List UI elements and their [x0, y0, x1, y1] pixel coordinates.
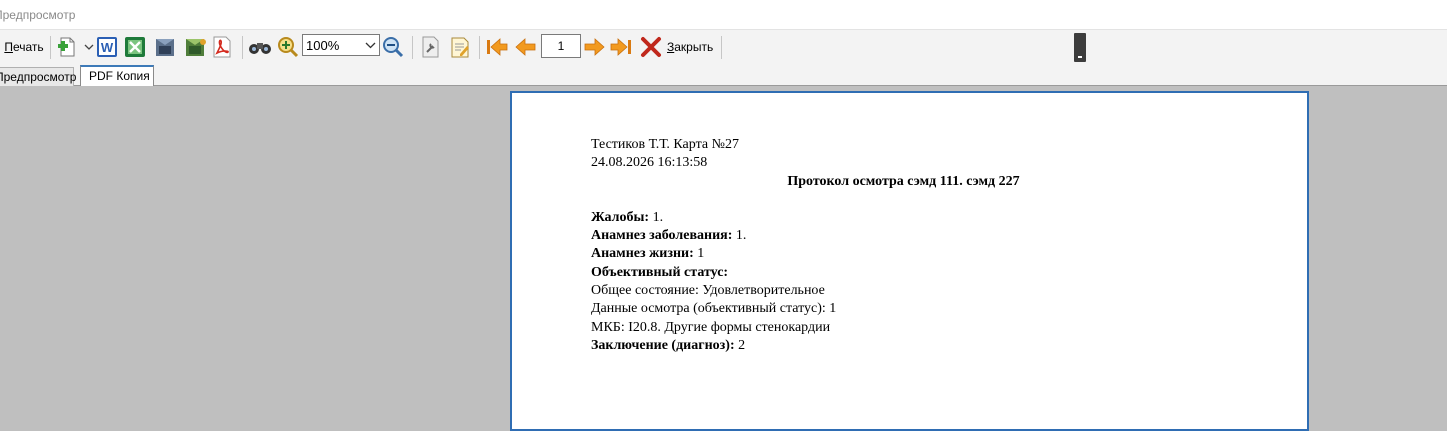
separator	[479, 36, 480, 59]
life-anamnesis-label: Анамнез жизни:	[591, 246, 694, 262]
pdf-icon[interactable]	[210, 35, 234, 59]
settings-icon[interactable]	[419, 35, 441, 59]
word-icon[interactable]: W	[96, 35, 118, 59]
anamnesis-label: Анамнез заболевания:	[591, 228, 733, 244]
print-accel: П	[4, 40, 13, 54]
conclusion-value: 2	[734, 337, 746, 353]
excel-icon[interactable]	[124, 35, 146, 59]
prev-page-icon[interactable]	[514, 35, 538, 59]
objective-status-row: Объективный статус:	[591, 264, 1211, 282]
edit-icon[interactable]	[449, 35, 471, 59]
toolbar: Печать W 100% 1 Закрыть	[0, 30, 1447, 64]
tab-strip: Предпросмотр PDF Копия	[0, 64, 1447, 86]
separator	[412, 36, 413, 59]
anamnesis-value: 1.	[732, 228, 747, 244]
separator	[721, 36, 722, 59]
zoom-select[interactable]: 100%	[302, 34, 380, 56]
complaints-label: Жалобы:	[591, 209, 650, 225]
complaints-value: 1.	[649, 209, 664, 225]
first-page-icon[interactable]	[485, 35, 509, 59]
chevron-down-icon	[365, 38, 376, 53]
window-title: Предпросмотр	[0, 8, 76, 22]
zoom-value: 100%	[306, 38, 340, 53]
separator	[242, 36, 243, 59]
next-page-icon[interactable]	[582, 35, 606, 59]
last-page-icon[interactable]	[609, 35, 633, 59]
export-color-icon[interactable]	[184, 35, 208, 59]
new-doc-icon[interactable]	[57, 35, 77, 59]
binoculars-icon[interactable]	[248, 35, 272, 59]
zoom-in-icon[interactable]	[277, 35, 299, 59]
zoom-out-icon[interactable]	[382, 35, 404, 59]
document-title: Протокол осмотра сэмд 111. сэмд 227	[787, 173, 1020, 189]
export-icon[interactable]	[154, 35, 178, 59]
title-bar: Предпросмотр	[0, 0, 1447, 30]
anamnesis-row: Анамнез заболевания: 1.	[591, 227, 1211, 245]
print-button[interactable]: Печать	[2, 35, 46, 59]
tab-pdf-copy[interactable]: PDF Копия	[80, 65, 154, 86]
close-label: акрыть	[674, 40, 714, 54]
chevron-down-icon[interactable]	[83, 35, 95, 59]
svg-text:W: W	[101, 40, 114, 55]
toolbar-grip-handle[interactable]	[1074, 33, 1086, 62]
objective-status-label: Объективный статус:	[591, 264, 729, 280]
document-content: Тестиков Т.Т. Карта №27 24.08.2026 16:13…	[591, 136, 1211, 355]
mkb-code: МКБ: I20.8. Другие формы стенокардии	[591, 319, 831, 335]
life-anamnesis-row: Анамнез жизни: 1	[591, 245, 1211, 263]
separator	[50, 36, 51, 59]
exam-data: Данные осмотра (объективный статус): 1	[591, 301, 837, 317]
close-icon[interactable]	[639, 35, 663, 59]
page-number-input[interactable]: 1	[541, 34, 581, 58]
conclusion-label: Заключение (диагноз):	[591, 337, 735, 353]
conclusion-row: Заключение (диагноз): 2	[591, 337, 1211, 355]
document-date: 24.08.2026 16:13:58	[591, 155, 708, 171]
print-label: ечать	[12, 40, 44, 54]
complaints-row: Жалобы: 1.	[591, 209, 1211, 227]
close-button[interactable]: Закрыть	[667, 40, 713, 54]
patient-header: Тестиков Т.Т. Карта №27	[591, 137, 739, 152]
tab-preview[interactable]: Предпросмотр	[0, 67, 76, 86]
general-state: Общее состояние: Удовлетворительное	[591, 283, 825, 299]
life-anamnesis-value: 1	[693, 246, 705, 262]
